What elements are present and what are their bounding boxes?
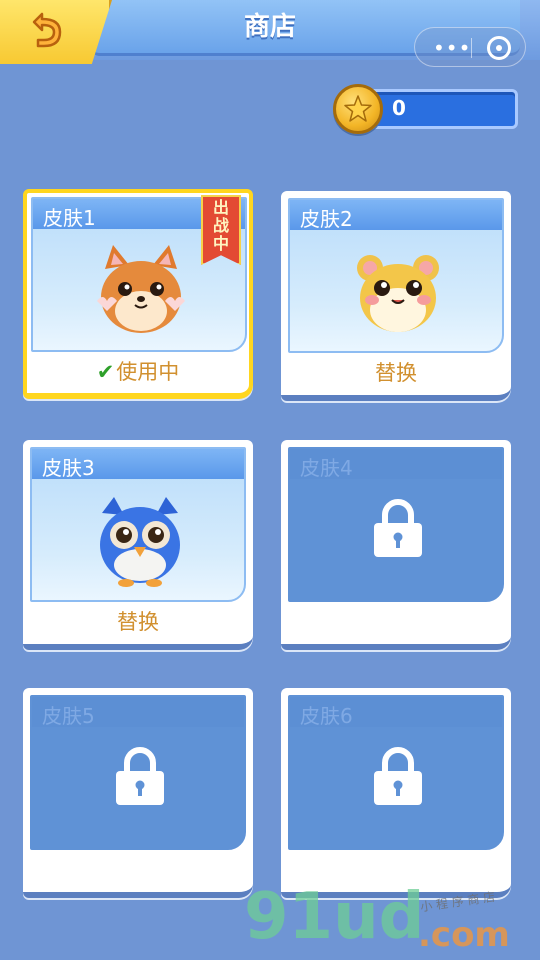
skin-card-1[interactable]: 皮肤1 出战中 ✔使用中: [23, 189, 253, 399]
owl-pet-icon: [100, 497, 180, 587]
skin-label: 皮肤3: [42, 456, 95, 480]
hamster-pet-icon: [357, 255, 439, 332]
coin-count: 0: [392, 96, 406, 120]
skin-label: 皮肤4: [300, 456, 353, 480]
mini-program-capsule[interactable]: •••: [414, 27, 526, 67]
skin-card-2[interactable]: 皮肤2 替换: [281, 191, 511, 401]
replace-button[interactable]: 替换: [23, 606, 253, 636]
skin-preview: 皮肤5: [30, 695, 246, 850]
coin-balance-bar: 0: [365, 89, 518, 129]
skin-label: 皮肤2: [300, 207, 353, 231]
capsule-divider: [471, 38, 472, 58]
in-battle-badge: 出战中: [212, 198, 229, 253]
skin-label-bar: 皮肤4: [290, 449, 502, 480]
lock-icon: [374, 499, 422, 557]
target-icon[interactable]: [487, 36, 511, 60]
skin-card-4[interactable]: 皮肤4: [281, 440, 511, 650]
skin-card-5[interactable]: 皮肤5: [23, 688, 253, 898]
skin-preview: 皮肤4: [288, 447, 504, 602]
skin-label-bar: 皮肤3: [32, 449, 244, 480]
fox-pet-icon: [97, 245, 185, 333]
lock-icon: [116, 747, 164, 805]
skin-label: 皮肤1: [43, 206, 96, 230]
top-bar: 商店 •••: [0, 0, 540, 67]
watermark-logo: 91ud: [244, 880, 425, 954]
skin-label-bar: 皮肤5: [32, 697, 244, 728]
skin-card-3[interactable]: 皮肤3 替换: [23, 440, 253, 650]
skin-label: 皮肤5: [42, 704, 95, 728]
skin-label-bar: 皮肤6: [290, 697, 502, 728]
more-menu-button[interactable]: •••: [433, 36, 471, 60]
skin-preview: 皮肤2: [288, 198, 504, 353]
skin-label-bar: 皮肤2: [290, 200, 502, 231]
checkmark-icon: ✔: [96, 360, 115, 384]
lock-icon: [374, 747, 422, 805]
skin-status-text: 使用中: [116, 360, 180, 384]
skin-status: ✔使用中: [27, 356, 249, 386]
star-coin-icon: [333, 84, 383, 134]
skin-preview: 皮肤6: [288, 695, 504, 850]
replace-button[interactable]: 替换: [281, 357, 511, 387]
skin-label: 皮肤6: [300, 704, 353, 728]
watermark-domain: .com: [418, 915, 510, 955]
skin-card-6[interactable]: 皮肤6: [281, 688, 511, 898]
skin-preview: 皮肤3: [30, 447, 246, 602]
